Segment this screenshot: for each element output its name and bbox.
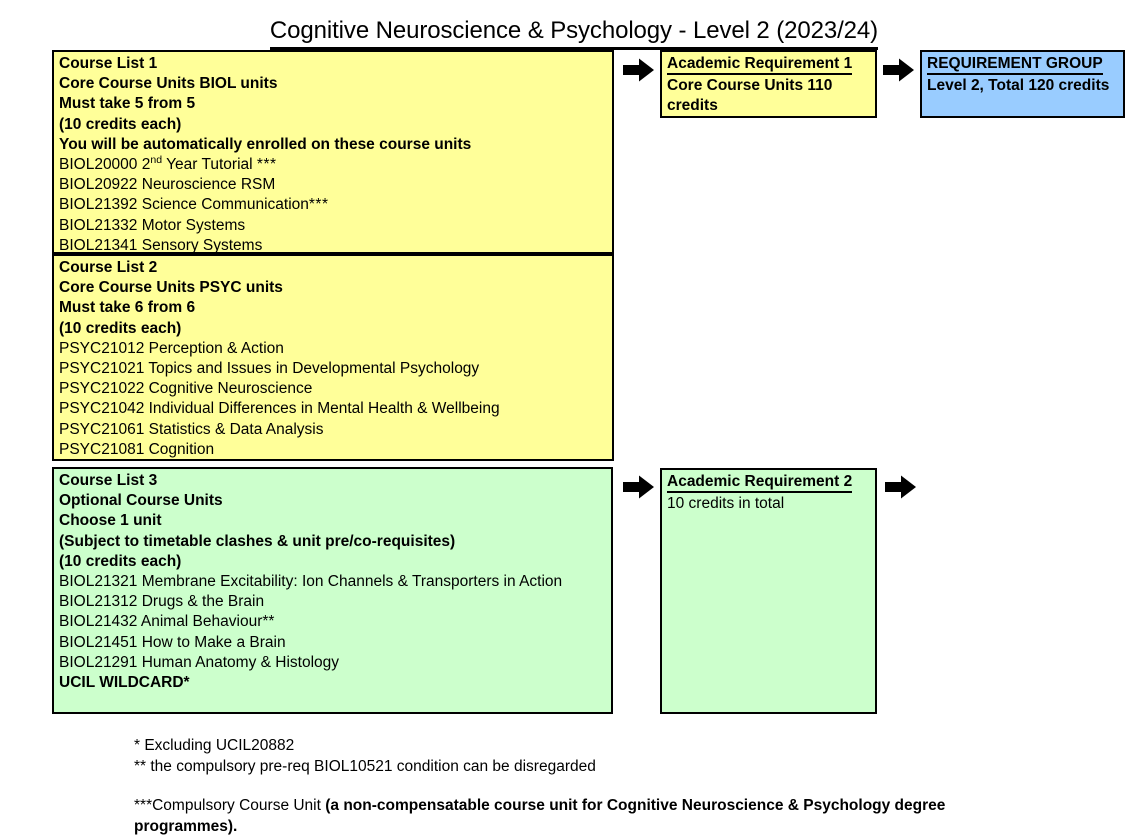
academic-requirement-2-detail: 10 credits in total: [667, 495, 785, 512]
requirement-group-detail: Level 2, Total 120 credits: [927, 77, 1110, 94]
page-title: Cognitive Neuroscience & Psychology - Le…: [0, 16, 1148, 51]
course-unit-marker: ***: [256, 156, 277, 174]
academic-requirement-1-heading: Academic Requirement 1: [667, 55, 853, 75]
course-list-3-wildcard: UCIL WILDCARD*: [59, 674, 190, 692]
footnote-triple-asterisk-prefix: ***Compulsory Course Unit: [134, 797, 326, 814]
course-list-1-credits-note: (10 credits each): [59, 115, 182, 133]
academic-requirement-2-box: Academic Requirement 2 10 credits in tot…: [660, 468, 877, 714]
course-list-1-heading: Course List 1: [59, 55, 158, 72]
course-list-2-subheading: Core Course Units PSYC units: [59, 279, 283, 297]
course-unit-row: BIOL21392 Science Communication***: [59, 195, 608, 215]
course-unit-row: PSYC21012 Perception & Action: [59, 339, 284, 357]
course-unit-code: BIOL21392: [59, 196, 138, 214]
footnote-single-asterisk: * Excluding UCIL20882: [134, 737, 295, 754]
course-unit-row: BIOL21312 Drugs & the Brain: [59, 593, 265, 611]
course-unit-row: BIOL21451 How to Make a Brain: [59, 633, 286, 651]
course-unit-row: BIOL21321 Membrane Excitability: Ion Cha…: [59, 573, 563, 591]
course-unit-row: BIOL20000 2nd Year Tutorial ***: [59, 155, 608, 175]
course-unit-row: PSYC21022 Cognitive Neuroscience: [59, 380, 313, 398]
course-unit-row: BIOL21341 Sensory Systems: [59, 236, 608, 254]
course-list-2-credits-note: (10 credits each): [59, 319, 182, 337]
course-unit-row: PSYC21021 Topics and Issues in Developme…: [59, 360, 480, 378]
requirement-group-box: REQUIREMENT GROUP Level 2, Total 120 cre…: [920, 50, 1125, 118]
course-unit-title: Year Tutorial: [166, 156, 253, 174]
arrow-right-icon: [882, 57, 916, 83]
course-unit-row: BIOL20922 Neuroscience RSM: [59, 175, 608, 195]
footnote-block-asterisks: * Excluding UCIL20882 ** the compulsory …: [134, 736, 596, 777]
course-list-3-box: Course List 3 Optional Course Units Choo…: [52, 467, 613, 714]
arrow-right-icon: [622, 474, 656, 500]
course-list-2-box: Course List 2 Core Course Units PSYC uni…: [52, 254, 614, 461]
course-unit-row: PSYC21042 Individual Differences in Ment…: [59, 400, 500, 418]
course-unit-code: BIOL20922: [59, 176, 138, 194]
course-list-1-rule: Must take 5 from 5: [59, 95, 196, 113]
course-unit-row: PSYC21061 Statistics & Data Analysis: [59, 420, 324, 438]
course-unit-title: Motor Systems: [141, 216, 246, 234]
course-list-1-subheading: Core Course Units BIOL units: [59, 75, 278, 93]
course-list-1-enrolment-note: You will be automatically enrolled on th…: [59, 135, 472, 153]
course-unit-row: BIOL21432 Animal Behaviour**: [59, 613, 275, 631]
course-unit-code: BIOL20000: [59, 156, 138, 174]
course-unit-title: Neuroscience RSM: [141, 176, 276, 194]
course-list-3-heading: Course List 3: [59, 472, 158, 489]
course-list-2-heading: Course List 2: [59, 259, 158, 276]
course-unit-row: PSYC21081 Cognition: [59, 440, 215, 458]
course-unit-ordinal-suffix: nd: [150, 153, 163, 166]
requirement-group-heading: REQUIREMENT GROUP: [927, 55, 1103, 75]
arrow-right-icon: [622, 57, 656, 83]
course-unit-code: BIOL21332: [59, 216, 138, 234]
page-title-text: Cognitive Neuroscience & Psychology - Le…: [269, 16, 878, 51]
course-unit-title: Sensory Systems: [141, 236, 263, 254]
course-unit-code: BIOL21341: [59, 236, 138, 254]
arrow-right-icon: [884, 474, 918, 500]
academic-requirement-2-heading: Academic Requirement 2: [667, 473, 853, 493]
course-list-1-box: Course List 1 Core Course Units BIOL uni…: [52, 50, 614, 254]
course-unit-marker: ***: [308, 196, 329, 214]
footnote-double-asterisk: ** the compulsory pre-req BIOL10521 cond…: [134, 757, 596, 775]
course-unit-row: BIOL21332 Motor Systems: [59, 216, 608, 236]
academic-requirement-1-heading-wrap: Academic Requirement 1: [667, 54, 871, 76]
course-unit-title: Science Communication: [141, 196, 309, 214]
requirement-group-heading-wrap: REQUIREMENT GROUP: [927, 54, 1119, 76]
course-unit-row: BIOL21291 Human Anatomy & Histology: [59, 653, 340, 671]
academic-requirement-2-heading-wrap: Academic Requirement 2: [667, 472, 871, 494]
footnote-block-triple-asterisk: ***Compulsory Course Unit (a non-compens…: [134, 796, 1034, 837]
academic-requirement-1-detail: Core Course Units 110 credits: [667, 77, 833, 115]
academic-requirement-1-box: Academic Requirement 1 Core Course Units…: [660, 50, 877, 118]
course-list-3-credits-note: (10 credits each): [59, 552, 182, 570]
course-list-3-rule: Choose 1 unit: [59, 512, 162, 530]
course-list-3-clash-note: (Subject to timetable clashes & unit pre…: [59, 532, 456, 550]
course-list-2-rule: Must take 6 from 6: [59, 299, 196, 317]
course-list-3-subheading: Optional Course Units: [59, 492, 223, 510]
